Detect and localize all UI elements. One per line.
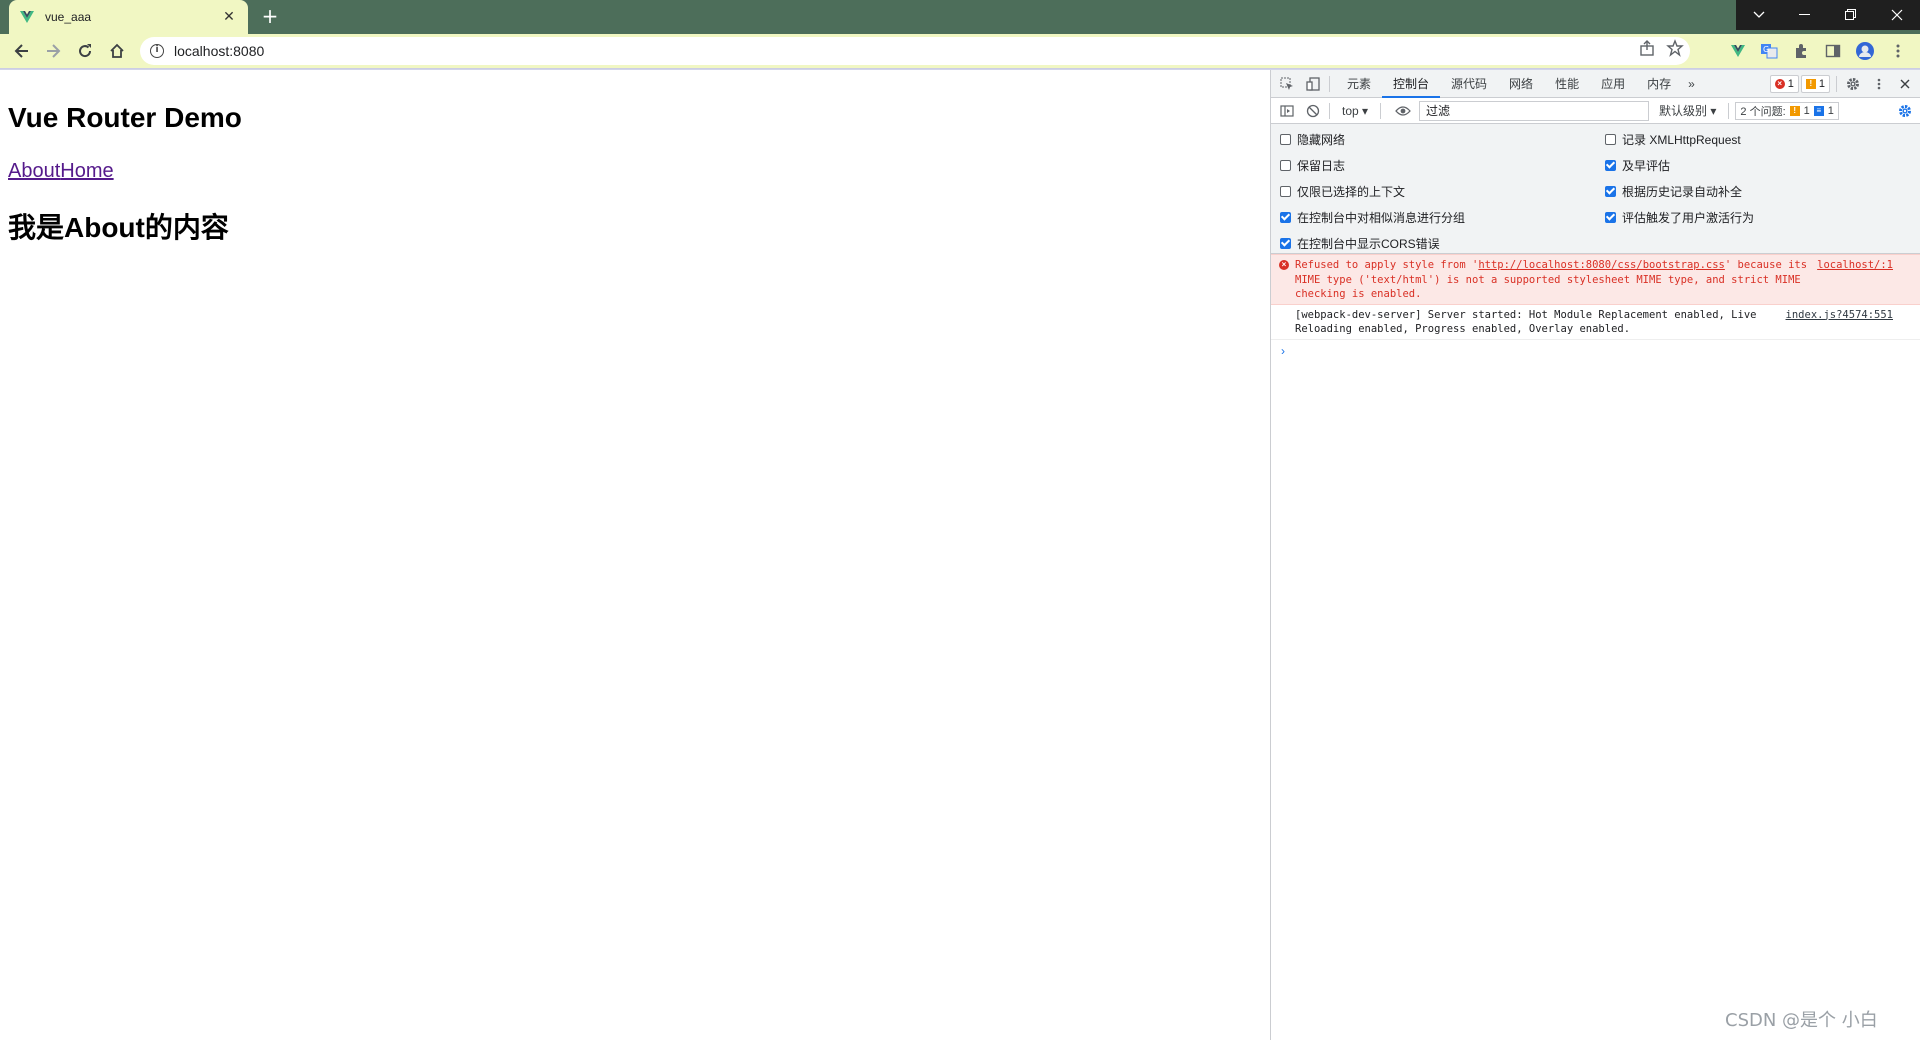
- new-tab-button[interactable]: +: [258, 5, 282, 29]
- live-expression-eye-icon[interactable]: [1393, 101, 1413, 121]
- home-icon[interactable]: [105, 39, 129, 63]
- message-source-link[interactable]: localhost/:1: [1817, 258, 1893, 273]
- checkbox[interactable]: [1605, 133, 1616, 145]
- router-links: AboutHome: [8, 160, 1262, 183]
- devtools-settings-gear-icon[interactable]: [1843, 74, 1863, 94]
- warning-count-badge[interactable]: ! 1: [1800, 74, 1830, 93]
- console-settings-pane: 隐藏网络 保留日志 仅限已选择的上下文 在控制台中对相似消息进行分组 在控制台中…: [1271, 124, 1920, 254]
- context-selector[interactable]: top ▾: [1336, 104, 1374, 118]
- console-settings-gear-icon[interactable]: [1895, 101, 1915, 121]
- checkbox-checked[interactable]: [1605, 185, 1616, 197]
- more-tabs-button[interactable]: »: [1682, 70, 1701, 98]
- window-close-icon[interactable]: [1874, 0, 1920, 30]
- tab-performance[interactable]: 性能: [1544, 70, 1590, 98]
- checkbox-checked[interactable]: [1280, 237, 1291, 249]
- option-eager-eval[interactable]: 及早评估: [1605, 155, 1670, 175]
- restore-icon[interactable]: [1828, 0, 1874, 30]
- sidebar-toggle-icon[interactable]: [1277, 101, 1297, 121]
- console-error-message: × Refused to apply style from 'http://lo…: [1271, 254, 1920, 305]
- checkbox-checked[interactable]: [1605, 159, 1616, 171]
- tab-elements[interactable]: 元素: [1336, 70, 1382, 98]
- page-viewport: Vue Router Demo AboutHome 我是About的内容: [0, 70, 1270, 1040]
- error-count-badge[interactable]: × 1: [1769, 74, 1799, 93]
- option-hide-network[interactable]: 隐藏网络: [1280, 129, 1345, 149]
- checkbox[interactable]: [1280, 185, 1291, 197]
- share-icon[interactable]: [1638, 39, 1656, 61]
- device-toolbar-icon[interactable]: [1303, 74, 1323, 94]
- console-filter-bar: top ▾ 过滤 默认级别 ▾ 2 个问题: ! 1 ≡ 1: [1271, 98, 1920, 124]
- site-info-icon[interactable]: i: [150, 44, 164, 58]
- divider: [1380, 102, 1382, 119]
- console-messages: × Refused to apply style from 'http://lo…: [1271, 254, 1920, 362]
- filter-input[interactable]: 过滤: [1419, 100, 1650, 121]
- tab-search-icon[interactable]: [1736, 0, 1782, 30]
- tab-application[interactable]: 应用: [1590, 70, 1636, 98]
- csdn-watermark: CSDN @是个 小白: [1725, 1010, 1878, 1031]
- issue-warning-icon: !: [1789, 105, 1800, 116]
- tab-title: vue_aaa: [45, 10, 92, 24]
- bookmark-star-icon[interactable]: [1666, 39, 1684, 61]
- checkbox[interactable]: [1280, 159, 1291, 171]
- browser-toolbar: i localhost:8080 G: [0, 34, 1920, 68]
- option-autocomplete-history[interactable]: 根据历史记录自动补全: [1605, 181, 1742, 201]
- log-levels-dropdown[interactable]: 默认级别 ▾: [1653, 102, 1722, 119]
- devtools-panel: 元素 控制台 源代码 网络 性能 应用 内存 » × 1 ! 1 top ▾ 过…: [1270, 70, 1920, 1040]
- stylesheet-link[interactable]: http://localhost:8080/css/bootstrap.css: [1478, 259, 1725, 271]
- divider: [1728, 102, 1730, 119]
- svg-text:G: G: [1763, 45, 1769, 54]
- checkbox-checked[interactable]: [1280, 211, 1291, 223]
- devtools-close-icon[interactable]: [1895, 74, 1915, 94]
- vue-devtools-extension-icon[interactable]: [1726, 39, 1750, 63]
- tab-console[interactable]: 控制台: [1382, 70, 1441, 98]
- tab-sources[interactable]: 源代码: [1440, 70, 1498, 98]
- option-group-similar[interactable]: 在控制台中对相似消息进行分组: [1280, 207, 1465, 227]
- inspect-element-icon[interactable]: [1277, 74, 1297, 94]
- reload-icon[interactable]: [73, 39, 97, 63]
- browser-titlebar: vue_aaa ✕ +: [0, 0, 1920, 34]
- checkbox-checked[interactable]: [1605, 211, 1616, 223]
- console-log-message: [webpack-dev-server] Server started: Hot…: [1271, 305, 1920, 340]
- profile-avatar-icon[interactable]: [1853, 39, 1877, 63]
- divider: [1329, 75, 1330, 92]
- vue-logo-icon: [20, 11, 34, 23]
- about-link[interactable]: About: [8, 160, 60, 182]
- issue-info-icon: ≡: [1813, 105, 1824, 116]
- translate-extension-icon[interactable]: G: [1757, 39, 1781, 63]
- divider: [1329, 102, 1330, 119]
- option-log-xhr[interactable]: 记录 XMLHttpRequest: [1605, 129, 1741, 149]
- address-bar[interactable]: i localhost:8080: [140, 37, 1690, 65]
- option-show-cors-errors[interactable]: 在控制台中显示CORS错误: [1280, 233, 1440, 253]
- message-source-link[interactable]: index.js?4574:551: [1786, 308, 1893, 323]
- divider: [1836, 75, 1837, 92]
- devtools-menu-icon[interactable]: [1869, 74, 1889, 94]
- side-panel-icon[interactable]: [1821, 39, 1845, 63]
- tab-close-icon[interactable]: ✕: [220, 9, 238, 25]
- extensions-puzzle-icon[interactable]: [1789, 39, 1813, 63]
- checkbox[interactable]: [1280, 133, 1291, 145]
- minimize-icon[interactable]: [1782, 0, 1828, 30]
- error-icon: ×: [1279, 260, 1289, 270]
- url-text: localhost:8080: [174, 43, 265, 59]
- route-content: 我是About的内容: [8, 212, 229, 243]
- devtools-tabbar: 元素 控制台 源代码 网络 性能 应用 内存 » × 1 ! 1: [1271, 70, 1920, 98]
- error-icon: ×: [1774, 78, 1785, 89]
- browser-tab[interactable]: vue_aaa ✕: [9, 0, 248, 34]
- option-preserve-log[interactable]: 保留日志: [1280, 155, 1345, 175]
- option-selected-context-only[interactable]: 仅限已选择的上下文: [1280, 181, 1405, 201]
- clear-console-icon[interactable]: [1303, 101, 1323, 121]
- browser-menu-icon[interactable]: [1886, 39, 1910, 63]
- issues-button[interactable]: 2 个问题: ! 1 ≡ 1: [1735, 101, 1839, 120]
- back-icon[interactable]: [10, 39, 34, 63]
- page-title: Vue Router Demo: [8, 102, 242, 133]
- home-link[interactable]: Home: [60, 160, 113, 182]
- tab-network[interactable]: 网络: [1498, 70, 1544, 98]
- warning-icon: !: [1805, 78, 1816, 89]
- tab-memory[interactable]: 内存: [1636, 70, 1682, 98]
- option-user-activation[interactable]: 评估触发了用户激活行为: [1605, 207, 1754, 227]
- forward-icon[interactable]: [41, 39, 65, 63]
- console-prompt[interactable]: ›: [1271, 340, 1920, 362]
